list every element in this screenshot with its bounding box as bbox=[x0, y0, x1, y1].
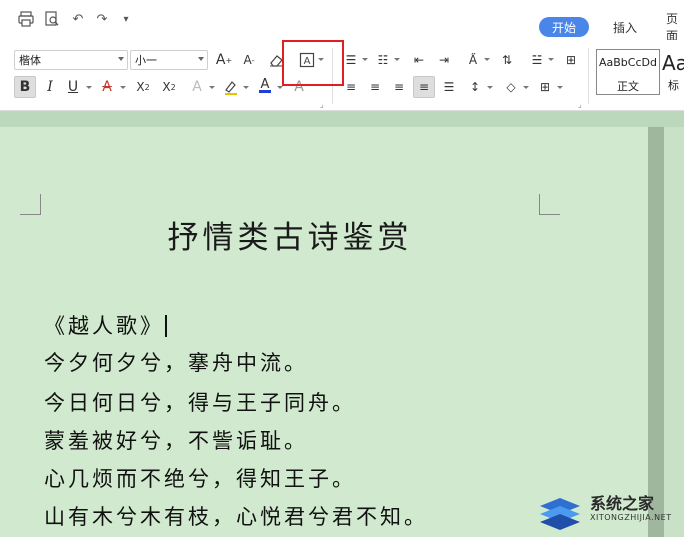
paragraph-spacing-icon[interactable]: ↕ bbox=[464, 76, 486, 98]
shading-dropdown-icon[interactable] bbox=[523, 86, 529, 89]
borders-dropdown-icon[interactable] bbox=[557, 86, 563, 89]
text-direction-icon[interactable]: A̋ bbox=[462, 49, 484, 71]
align-center-icon[interactable]: ≡ bbox=[364, 76, 386, 98]
paragraph-dialog-launcher-icon[interactable]: ⌟ bbox=[578, 100, 582, 109]
strikethrough-button[interactable]: A bbox=[96, 76, 118, 98]
style-sample: Aa bbox=[662, 51, 684, 75]
watermark: 系统之家 XITONGZHIJIA.NET bbox=[530, 486, 684, 537]
style-normal[interactable]: AaBbCcDd 正文 bbox=[596, 49, 660, 95]
title-bar: ↶ ↷ ▾ 开始 插入 页面 bbox=[0, 0, 684, 43]
superscript-button[interactable]: X2 bbox=[132, 76, 154, 98]
subscript-button[interactable]: X2 bbox=[158, 76, 180, 98]
highlight-dropdown-icon[interactable] bbox=[243, 86, 249, 89]
font-name-select[interactable]: 楷体 bbox=[14, 50, 128, 70]
style-name: 标 bbox=[668, 79, 679, 92]
align-right-icon[interactable]: ≡ bbox=[388, 76, 410, 98]
poem-line: 心几烦而不绝兮，得知王子。 bbox=[44, 467, 356, 491]
undo-icon[interactable]: ↶ bbox=[68, 9, 88, 29]
borders-icon[interactable]: ⊞ bbox=[534, 76, 556, 98]
poem-title[interactable]: 《越人歌》 bbox=[44, 310, 168, 340]
shading-icon[interactable]: ◇ bbox=[500, 76, 522, 98]
annotation-highlight bbox=[282, 40, 344, 86]
poem-line: 蒙羞被好兮，不訾诟耻。 bbox=[44, 429, 308, 453]
page-edge bbox=[648, 127, 664, 537]
font-dialog-launcher-icon[interactable]: ⌟ bbox=[320, 100, 324, 109]
numbered-list-dropdown-icon[interactable] bbox=[394, 58, 400, 61]
paragraph-spacing-dropdown-icon[interactable] bbox=[487, 86, 493, 89]
next-page-area bbox=[664, 127, 684, 537]
tab-home[interactable]: 开始 bbox=[539, 17, 589, 37]
redo-icon[interactable]: ↷ bbox=[92, 9, 112, 29]
justify-icon[interactable]: ≡ bbox=[413, 76, 435, 98]
poem-line: 山有木兮木有枝，心悦君兮君不知。 bbox=[44, 505, 428, 529]
font-color-button[interactable]: A bbox=[254, 74, 276, 96]
increase-indent-icon[interactable]: ⇥ bbox=[433, 49, 455, 71]
style-name: 正文 bbox=[617, 80, 639, 93]
poem-line: 今日何日兮，得与王子同舟。 bbox=[44, 391, 356, 415]
decrease-indent-icon[interactable]: ⇤ bbox=[408, 49, 430, 71]
bold-button[interactable]: B bbox=[14, 76, 36, 98]
svg-text:A: A bbox=[261, 77, 270, 92]
tab-insert[interactable]: 插入 bbox=[613, 17, 637, 37]
underline-dropdown-icon[interactable] bbox=[86, 86, 92, 89]
print-icon[interactable] bbox=[16, 9, 36, 29]
style-heading[interactable]: Aa 标 bbox=[662, 49, 684, 95]
text-effect-dropdown-icon[interactable] bbox=[209, 86, 215, 89]
watermark-url: XITONGZHIJIA.NET bbox=[590, 513, 672, 522]
increase-font-size-button[interactable]: A + bbox=[213, 49, 235, 71]
line-spacing-icon[interactable]: ☱ bbox=[526, 49, 548, 71]
font-name-value: 楷体 bbox=[19, 54, 41, 67]
sort-icon[interactable]: ⇅ bbox=[496, 49, 518, 71]
watermark-name: 系统之家 bbox=[590, 494, 655, 513]
numbered-list-icon[interactable]: ☷ bbox=[372, 49, 394, 71]
text-direction-dropdown-icon[interactable] bbox=[484, 58, 490, 61]
poem-title-text: 《越人歌》 bbox=[44, 314, 164, 338]
bullet-list-dropdown-icon[interactable] bbox=[362, 58, 368, 61]
line-spacing-dropdown-icon[interactable] bbox=[548, 58, 554, 61]
font-color-dropdown-icon[interactable] bbox=[277, 86, 283, 89]
font-size-select[interactable]: 小一 bbox=[130, 50, 208, 70]
strikethrough-dropdown-icon[interactable] bbox=[120, 86, 126, 89]
distributed-icon[interactable]: ☰ bbox=[438, 76, 460, 98]
watermark-logo-icon bbox=[540, 498, 580, 530]
italic-button[interactable]: I bbox=[39, 76, 61, 98]
print-preview-icon[interactable] bbox=[42, 9, 62, 29]
style-sample: AaBbCcDd bbox=[599, 56, 657, 69]
text-cursor bbox=[165, 315, 167, 337]
underline-button[interactable]: U bbox=[62, 76, 84, 98]
customize-toolbar-icon[interactable]: ▾ bbox=[116, 9, 136, 29]
document-title: 抒情类古诗鉴赏 bbox=[167, 220, 413, 256]
decrease-font-size-button[interactable]: A- bbox=[238, 49, 260, 71]
font-size-value: 小一 bbox=[135, 54, 157, 67]
poem-line: 今夕何夕兮，搴舟中流。 bbox=[44, 351, 308, 375]
highlight-icon[interactable] bbox=[220, 76, 242, 98]
table-icon[interactable]: ⊞ bbox=[560, 49, 582, 71]
text-effect-button[interactable]: A bbox=[186, 76, 208, 98]
tab-page[interactable]: 页面 bbox=[666, 12, 684, 43]
divider bbox=[588, 48, 589, 104]
